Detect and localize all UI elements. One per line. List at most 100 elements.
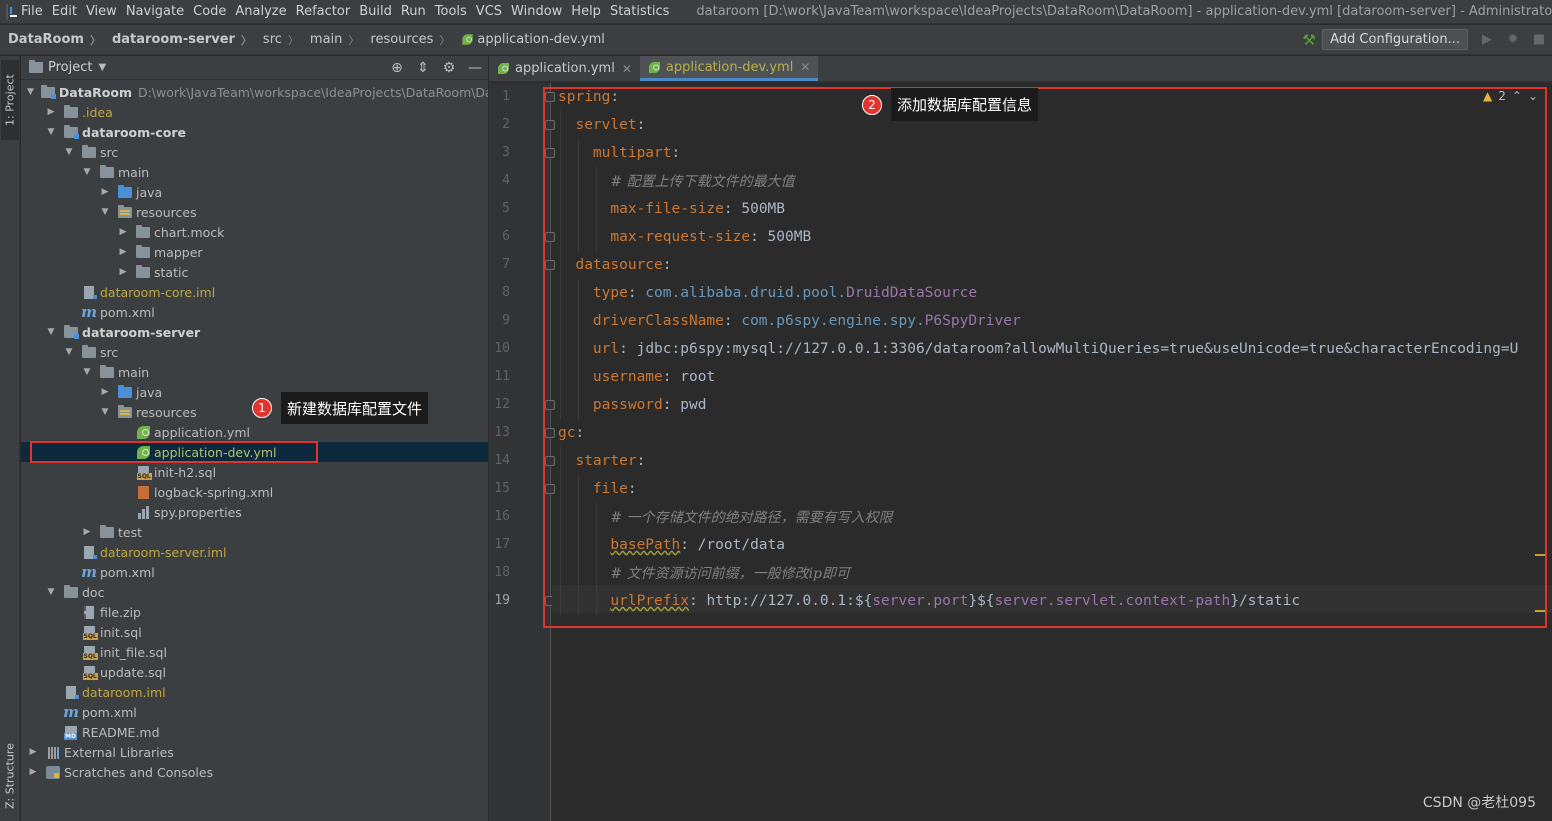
- menu-file[interactable]: File: [17, 4, 47, 19]
- folder-icon: [99, 524, 115, 539]
- tree-label: init_file.sql: [100, 644, 167, 660]
- tree-node-server-main[interactable]: ▼ main: [21, 362, 488, 382]
- tool-tab-structure[interactable]: Z: Structure: [1, 736, 19, 816]
- chevron-right-icon[interactable]: ▶: [99, 387, 111, 397]
- chevron-right-icon[interactable]: ▶: [117, 267, 129, 277]
- menu-view[interactable]: View: [82, 4, 121, 19]
- chevron-right-icon[interactable]: ▶: [27, 767, 39, 777]
- hide-panel-icon[interactable]: —: [462, 60, 488, 76]
- tree-node-file-zip[interactable]: file.zip: [21, 602, 488, 622]
- menu-navigate[interactable]: Navigate: [122, 4, 188, 19]
- run-icon[interactable]: ▶: [1474, 32, 1500, 47]
- menu-edit[interactable]: Edit: [48, 4, 81, 19]
- yaml-file-icon: [462, 34, 474, 45]
- chevron-right-icon[interactable]: ▶: [27, 747, 39, 757]
- tree-label: src: [100, 344, 119, 360]
- tree-node-root-pom[interactable]: m pom.xml: [21, 702, 488, 722]
- chevron-down-icon[interactable]: ▼: [63, 147, 75, 157]
- tree-node-core-iml[interactable]: dataroom-core.iml: [21, 282, 488, 302]
- tree-node-server-test[interactable]: ▶ test: [21, 522, 488, 542]
- tree-node-chart-mock[interactable]: ▶ chart.mock: [21, 222, 488, 242]
- tree-node-static[interactable]: ▶ static: [21, 262, 488, 282]
- chevron-down-icon[interactable]: ▼: [27, 87, 34, 97]
- breadcrumb-src[interactable]: src 〉: [255, 32, 302, 48]
- tree-node-mapper[interactable]: ▶ mapper: [21, 242, 488, 262]
- menu-vcs[interactable]: VCS: [472, 4, 506, 19]
- tree-node-core-java[interactable]: ▶ java: [21, 182, 488, 202]
- maven-file-icon: m: [63, 703, 79, 721]
- window-title: dataroom [D:\work\JavaTeam\workspace\Ide…: [696, 4, 1552, 19]
- menu-help[interactable]: Help: [567, 4, 605, 19]
- chevron-down-icon[interactable]: ▼: [81, 167, 93, 177]
- tree-node-idea[interactable]: ▶ .idea: [21, 102, 488, 122]
- menu-code[interactable]: Code: [189, 4, 230, 19]
- chevron-right-icon[interactable]: ▶: [117, 227, 129, 237]
- tree-node-core-resources[interactable]: ▼ resources: [21, 202, 488, 222]
- tool-tab-project[interactable]: 1: Project: [1, 60, 19, 140]
- chevron-down-icon[interactable]: ▼: [63, 347, 75, 357]
- tree-label: External Libraries: [64, 744, 174, 760]
- menu-window[interactable]: Window: [507, 4, 566, 19]
- add-configuration-button[interactable]: Add Configuration...: [1322, 29, 1468, 50]
- chevron-down-icon[interactable]: ▼: [45, 127, 57, 137]
- folder-icon: [99, 164, 115, 179]
- debug-icon[interactable]: ✹: [1500, 32, 1526, 47]
- chevron-down-icon[interactable]: ▼: [81, 367, 93, 377]
- tree-node-update-sql[interactable]: SQL update.sql: [21, 662, 488, 682]
- line-number: 2: [502, 117, 510, 132]
- breadcrumb-resources[interactable]: resources 〉: [362, 32, 453, 48]
- tree-node-core-src[interactable]: ▼ src: [21, 142, 488, 162]
- iml-file-icon: [81, 285, 97, 299]
- module-folder-icon: [63, 124, 79, 139]
- tree-node-application-yml[interactable]: application.yml: [21, 422, 488, 442]
- tree-node-core-pom[interactable]: m pom.xml: [21, 302, 488, 322]
- close-icon[interactable]: ✕: [622, 62, 632, 76]
- menu-refactor[interactable]: Refactor: [292, 4, 355, 19]
- breadcrumb-dataroom-server[interactable]: dataroom-server 〉: [104, 32, 255, 48]
- locate-target-icon[interactable]: ⊕: [384, 60, 410, 76]
- chevron-down-icon[interactable]: ▼: [99, 207, 111, 217]
- build-hammer-icon[interactable]: ⚒: [1296, 31, 1322, 49]
- chevron-right-icon[interactable]: ▶: [81, 527, 93, 537]
- tree-node-doc[interactable]: ▼ doc: [21, 582, 488, 602]
- chevron-right-icon[interactable]: ▶: [45, 107, 57, 117]
- breadcrumb-application-dev-yml[interactable]: application-dev.yml: [453, 32, 607, 47]
- tree-node-init-h2-sql[interactable]: SQL init-h2.sql: [21, 462, 488, 482]
- editor-tab-application-yml[interactable]: application.yml ✕: [489, 56, 640, 81]
- watermark: CSDN @老杜095: [1422, 795, 1536, 811]
- dropdown-arrow-icon[interactable]: ▼: [98, 62, 106, 73]
- close-icon[interactable]: ✕: [800, 60, 810, 74]
- tree-node-dataroom-iml[interactable]: dataroom.iml: [21, 682, 488, 702]
- menu-run[interactable]: Run: [397, 4, 430, 19]
- chevron-down-icon[interactable]: ▼: [45, 327, 57, 337]
- tree-node-init-sql[interactable]: SQL init.sql: [21, 622, 488, 642]
- chevron-right-icon[interactable]: ▶: [117, 247, 129, 257]
- tree-node-dataroom[interactable]: ▼ DataRoom D:\work\JavaTeam\workspace\Id…: [21, 82, 488, 102]
- project-panel-title[interactable]: Project: [48, 60, 92, 75]
- stop-icon[interactable]: ■: [1526, 32, 1552, 47]
- breadcrumb-dataroom[interactable]: DataRoom 〉: [0, 32, 104, 48]
- tree-node-server-pom[interactable]: m pom.xml: [21, 562, 488, 582]
- tree-node-dataroom-core[interactable]: ▼ dataroom-core: [21, 122, 488, 142]
- tree-node-dataroom-server[interactable]: ▼ dataroom-server: [21, 322, 488, 342]
- tree-node-external-libraries[interactable]: ▶ External Libraries: [21, 742, 488, 762]
- tree-node-server-iml[interactable]: dataroom-server.iml: [21, 542, 488, 562]
- tree-node-logback-xml[interactable]: logback-spring.xml: [21, 482, 488, 502]
- gear-icon[interactable]: ⚙: [436, 60, 462, 76]
- breadcrumb-main[interactable]: main 〉: [302, 32, 362, 48]
- chevron-down-icon[interactable]: ▼: [45, 587, 57, 597]
- chevron-right-icon[interactable]: ▶: [99, 187, 111, 197]
- tree-node-spy-properties[interactable]: spy.properties: [21, 502, 488, 522]
- menu-build[interactable]: Build: [355, 4, 396, 19]
- tree-node-init-file-sql[interactable]: SQL init_file.sql: [21, 642, 488, 662]
- tree-node-scratches[interactable]: ▶ Scratches and Consoles: [21, 762, 488, 782]
- editor-tab-application-dev-yml[interactable]: application-dev.yml ✕: [639, 56, 819, 81]
- tree-node-server-src[interactable]: ▼ src: [21, 342, 488, 362]
- chevron-down-icon[interactable]: ▼: [99, 407, 111, 417]
- tree-node-core-main[interactable]: ▼ main: [21, 162, 488, 182]
- menu-statistics[interactable]: Statistics: [606, 4, 673, 19]
- tree-node-readme[interactable]: MD README.md: [21, 722, 488, 742]
- menu-tools[interactable]: Tools: [431, 4, 471, 19]
- menu-analyze[interactable]: Analyze: [231, 4, 290, 19]
- collapse-all-icon[interactable]: ⇕: [410, 60, 436, 76]
